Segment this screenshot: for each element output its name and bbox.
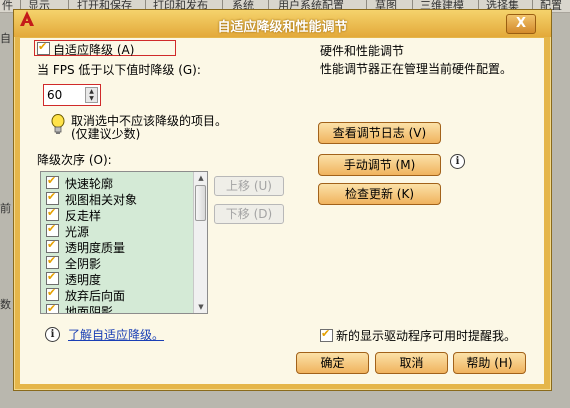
hint-line-2: (仅建议少数) <box>71 127 141 141</box>
adaptive-checkbox[interactable]: 自适应降级 (A) <box>34 40 176 57</box>
info-icon: i <box>45 327 60 342</box>
view-tuning-log-button[interactable]: 查看调节日志 (V) <box>318 122 441 144</box>
degradation-order-list[interactable]: 快速轮廓 视图相关对象 反走样 光源 透明度质量 全阴影 透明度 放弃后向面 地… <box>40 171 208 314</box>
manual-tune-button[interactable]: 手动调节 (M) <box>318 154 441 176</box>
learn-adaptive-link[interactable]: 了解自适应降级。 <box>68 326 164 343</box>
scroll-up-icon[interactable]: ▲ <box>194 172 207 184</box>
scroll-down-icon[interactable]: ▼ <box>194 301 207 313</box>
notify-driver-checkbox[interactable] <box>320 327 333 342</box>
checkbox-checked-icon[interactable] <box>46 222 59 237</box>
bg-fragment: 前 <box>0 202 11 215</box>
spin-down-icon[interactable]: ▼ <box>86 95 97 102</box>
fps-value: 60 <box>47 88 63 102</box>
checkbox-checked-icon[interactable] <box>46 270 59 285</box>
bg-fragment: 数 <box>0 298 11 311</box>
hardware-heading: 硬件和性能调节 <box>320 44 405 58</box>
degradation-order-label: 降级次序 (O): <box>37 153 112 167</box>
checkbox-checked-icon[interactable] <box>46 302 59 313</box>
fps-spinner[interactable]: ▲ ▼ <box>85 87 98 103</box>
check-updates-button[interactable]: 检查更新 (K) <box>318 183 441 205</box>
list-scrollbar[interactable]: ▲ ▼ <box>193 172 207 313</box>
adaptive-degradation-dialog: 自适应降级和性能调节 X 自适应降级 (A) 当 FPS 低于以下值时降级 (G… <box>13 9 552 391</box>
lightbulb-icon <box>51 114 65 134</box>
fps-threshold-input[interactable]: 60 ▲ ▼ <box>43 84 101 106</box>
dialog-title: 自适应降级和性能调节 <box>217 20 348 35</box>
checkbox-checked-icon[interactable] <box>46 238 59 253</box>
checkbox-checked-icon[interactable] <box>37 40 50 55</box>
adaptive-label: 自适应降级 (A) <box>53 43 135 57</box>
close-button[interactable]: X <box>506 14 536 34</box>
move-down-button[interactable]: 下移 (D) <box>214 204 284 224</box>
title-bar[interactable]: 自适应降级和性能调节 X <box>14 10 551 37</box>
checkbox-checked-icon[interactable] <box>46 190 59 205</box>
help-button[interactable]: 帮助 (H) <box>453 352 526 374</box>
notify-driver-label: 新的显示驱动程序可用时提醒我。 <box>336 329 517 343</box>
checkbox-checked-icon[interactable] <box>46 254 59 269</box>
checkbox-checked-icon[interactable] <box>46 286 59 301</box>
move-up-button[interactable]: 上移 (U) <box>214 176 284 196</box>
scroll-thumb[interactable] <box>195 185 206 221</box>
manual-tune-info-icon[interactable]: i <box>450 154 465 169</box>
dialog-body: 自适应降级 (A) 当 FPS 低于以下值时降级 (G): 60 ▲ ▼ 取消选… <box>20 38 544 384</box>
tuner-status-text: 性能调节器正在管理当前硬件配置。 <box>320 62 513 76</box>
spin-up-icon[interactable]: ▲ <box>86 88 97 95</box>
bg-fragment: 自 <box>0 32 11 45</box>
cancel-button[interactable]: 取消 <box>375 352 448 374</box>
fps-label: 当 FPS 低于以下值时降级 (G): <box>37 63 201 77</box>
checkbox-checked-icon[interactable] <box>46 174 59 189</box>
checkbox-checked-icon[interactable] <box>46 206 59 221</box>
ok-button[interactable]: 确定 <box>296 352 369 374</box>
bg-menu-item: 件 <box>2 0 13 12</box>
